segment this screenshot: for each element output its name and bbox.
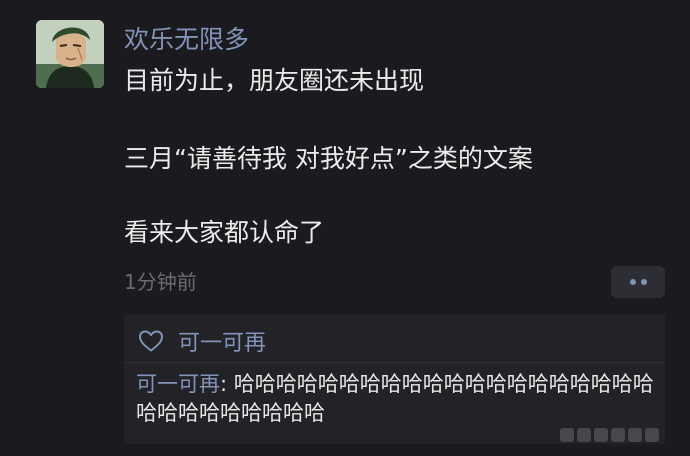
comment-author[interactable]: 可一可再 (136, 372, 220, 396)
post-text-line: 目前为止，朋友圈还未出现 (124, 66, 425, 95)
divider (124, 362, 665, 363)
likes-row: 可一可再 (138, 324, 266, 358)
avatar[interactable] (36, 20, 104, 88)
post-timestamp: 1分钟前 (124, 270, 197, 294)
comment-item[interactable]: 可一可再: 哈哈哈哈哈哈哈哈哈哈哈哈哈哈哈哈哈哈哈哈哈哈哈哈哈哈哈哈哈 (136, 370, 662, 428)
more-options-button[interactable] (611, 266, 665, 298)
watermark (560, 424, 680, 446)
liker-name[interactable]: 可一可再 (178, 325, 266, 357)
heart-outline-icon (139, 330, 163, 352)
post-text-line: 三月“请善待我 对我好点”之类的文案 (124, 144, 533, 173)
more-dots-icon (629, 279, 636, 285)
more-dots-icon (640, 279, 647, 285)
post-author-name[interactable]: 欢乐无限多 (124, 24, 249, 56)
post-text-line: 看来大家都认命了 (124, 218, 325, 247)
comment-separator: : (220, 372, 234, 396)
anime-character-avatar-icon (36, 20, 104, 88)
